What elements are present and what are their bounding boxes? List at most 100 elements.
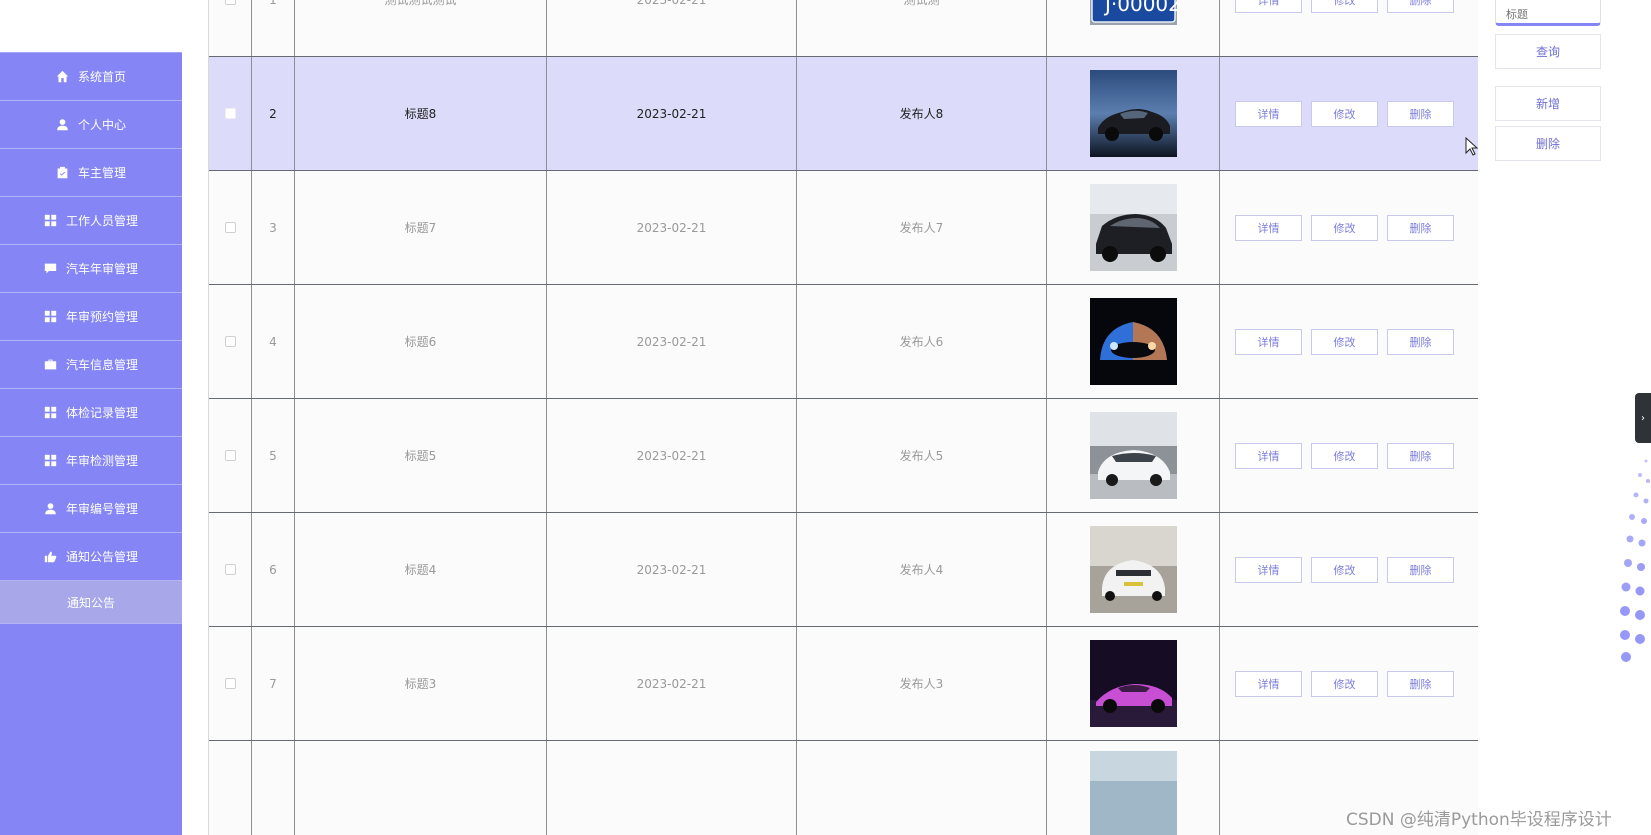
- row-publisher: [797, 741, 1047, 835]
- edit-button[interactable]: 修改: [1311, 0, 1378, 13]
- sidebar-item-checkup-records[interactable]: 体检记录管理: [0, 389, 182, 437]
- row-checkbox[interactable]: [224, 564, 236, 575]
- sidebar-item-home[interactable]: 系统首页: [0, 53, 182, 101]
- license-plate-image: 蒙古 J·00002: [1089, 0, 1177, 25]
- car-image: [1089, 298, 1177, 385]
- row-title: 测试测试测试: [295, 0, 547, 56]
- detail-button[interactable]: 详情: [1235, 0, 1302, 13]
- row-checkbox-cell[interactable]: [209, 0, 252, 56]
- table-row[interactable]: 2 标题8 2023-02-21 发布人8 详情 修改 删除: [209, 57, 1478, 171]
- row-publisher: 发布人7: [797, 171, 1047, 284]
- sidebar-item-car-info[interactable]: 汽车信息管理: [0, 341, 182, 389]
- row-date: 2023-02-21: [547, 285, 797, 398]
- sidebar-item-label: 年审预约管理: [65, 310, 138, 324]
- sidebar-item-annual-inspection[interactable]: 汽车年审管理: [0, 245, 182, 293]
- detail-button[interactable]: 详情: [1235, 100, 1302, 127]
- title-search-input[interactable]: [1495, 0, 1601, 26]
- batch-delete-button[interactable]: 删除: [1495, 126, 1601, 161]
- mouse-cursor-icon: [1465, 137, 1479, 156]
- row-checkbox-cell[interactable]: [209, 627, 252, 740]
- row-title: 标题3: [295, 627, 547, 740]
- table-row[interactable]: 5 标题5 2023-02-21 发布人5 详情 修改 删除: [209, 399, 1478, 513]
- row-image-cell: [1047, 171, 1220, 284]
- row-image-cell: [1047, 513, 1220, 626]
- delete-button[interactable]: 删除: [1387, 214, 1454, 241]
- sidebar-item-label: 汽车年审管理: [65, 262, 138, 276]
- row-actions: 详情 修改 删除: [1220, 0, 1478, 56]
- delete-button[interactable]: 删除: [1387, 670, 1454, 697]
- edit-button[interactable]: 修改: [1311, 100, 1378, 127]
- row-publisher: 测试测: [797, 0, 1047, 56]
- row-checkbox-cell[interactable]: [209, 171, 252, 284]
- row-title: 标题6: [295, 285, 547, 398]
- thumbs-up-icon: [44, 550, 57, 563]
- sidebar-item-notice-management[interactable]: 通知公告管理: [0, 533, 182, 581]
- delete-button[interactable]: 删除: [1387, 0, 1454, 13]
- row-publisher: 发布人6: [797, 285, 1047, 398]
- row-checkbox[interactable]: [224, 450, 236, 461]
- side-drawer-tab[interactable]: ›: [1635, 393, 1651, 443]
- row-checkbox-cell[interactable]: [209, 399, 252, 512]
- delete-button[interactable]: 删除: [1387, 442, 1454, 469]
- sidebar-item-inspection-number[interactable]: 年审编号管理: [0, 485, 182, 533]
- add-button[interactable]: 新增: [1495, 86, 1601, 121]
- row-checkbox-cell[interactable]: [209, 513, 252, 626]
- car-image: [1089, 412, 1177, 499]
- edit-button[interactable]: 修改: [1311, 442, 1378, 469]
- detail-button[interactable]: 详情: [1235, 442, 1302, 469]
- edit-button[interactable]: 修改: [1311, 556, 1378, 583]
- query-button[interactable]: 查询: [1495, 34, 1601, 69]
- row-title: 标题8: [295, 57, 547, 170]
- row-checkbox[interactable]: [224, 0, 236, 5]
- sidebar-item-appointment[interactable]: 年审预约管理: [0, 293, 182, 341]
- row-checkbox[interactable]: [224, 222, 236, 233]
- row-checkbox-cell[interactable]: [209, 285, 252, 398]
- delete-button[interactable]: 删除: [1387, 556, 1454, 583]
- comment-icon: [44, 262, 57, 275]
- row-actions: 详情 修改 删除: [1220, 399, 1478, 512]
- row-publisher: 发布人5: [797, 399, 1047, 512]
- edit-button[interactable]: 修改: [1311, 670, 1378, 697]
- edit-button[interactable]: 修改: [1311, 328, 1378, 355]
- sidebar-item-staff-management[interactable]: 工作人员管理: [0, 197, 182, 245]
- table-row[interactable]: 4 标题6 2023-02-21 发布人6 详情 修改 删除: [209, 285, 1478, 399]
- table-row[interactable]: 6 标题4 2023-02-21 发布人4 详情 修改 删除: [209, 513, 1478, 627]
- detail-button[interactable]: 详情: [1235, 670, 1302, 697]
- table-row[interactable]: 1 测试测试测试 2023-02-21 测试测 蒙古 J·00002 详情 修改…: [209, 0, 1478, 57]
- sidebar-item-label: 通知公告管理: [65, 550, 138, 564]
- row-number: 5: [252, 399, 295, 512]
- table-row[interactable]: [209, 741, 1478, 835]
- delete-button[interactable]: 删除: [1387, 328, 1454, 355]
- delete-button[interactable]: 删除: [1387, 100, 1454, 127]
- detail-button[interactable]: 详情: [1235, 214, 1302, 241]
- user-icon: [56, 118, 69, 131]
- row-publisher: 发布人8: [797, 57, 1047, 170]
- row-checkbox[interactable]: [224, 108, 236, 119]
- row-title: 标题7: [295, 171, 547, 284]
- row-date: 2023-02-21: [547, 0, 797, 56]
- row-image-cell: [1047, 57, 1220, 170]
- sidebar-item-inspection-test[interactable]: 年审检测管理: [0, 437, 182, 485]
- row-number: 1: [252, 0, 295, 56]
- row-checkbox[interactable]: [224, 678, 236, 689]
- row-number: 7: [252, 627, 295, 740]
- row-number: 2: [252, 57, 295, 170]
- sidebar-item-label: 系统首页: [77, 70, 126, 84]
- sidebar-subitem-notice[interactable]: 通知公告: [0, 581, 182, 624]
- edit-button[interactable]: 修改: [1311, 214, 1378, 241]
- table-row[interactable]: 3 标题7 2023-02-21 发布人7 详情 修改 删除: [209, 171, 1478, 285]
- sidebar-item-owner-management[interactable]: 车主管理: [0, 149, 182, 197]
- car-image: [1089, 184, 1177, 271]
- sidebar-item-personal-center[interactable]: 个人中心: [0, 101, 182, 149]
- home-icon: [56, 70, 69, 83]
- table-row[interactable]: 7 标题3 2023-02-21 发布人3 详情 修改 删除: [209, 627, 1478, 741]
- row-checkbox-cell[interactable]: [209, 741, 252, 835]
- detail-button[interactable]: 详情: [1235, 556, 1302, 583]
- row-image-cell: [1047, 627, 1220, 740]
- row-image-cell: [1047, 741, 1220, 835]
- detail-button[interactable]: 详情: [1235, 328, 1302, 355]
- row-checkbox-cell[interactable]: [209, 57, 252, 170]
- row-checkbox[interactable]: [224, 336, 236, 347]
- row-number: 3: [252, 171, 295, 284]
- grid-icon: [44, 406, 57, 419]
